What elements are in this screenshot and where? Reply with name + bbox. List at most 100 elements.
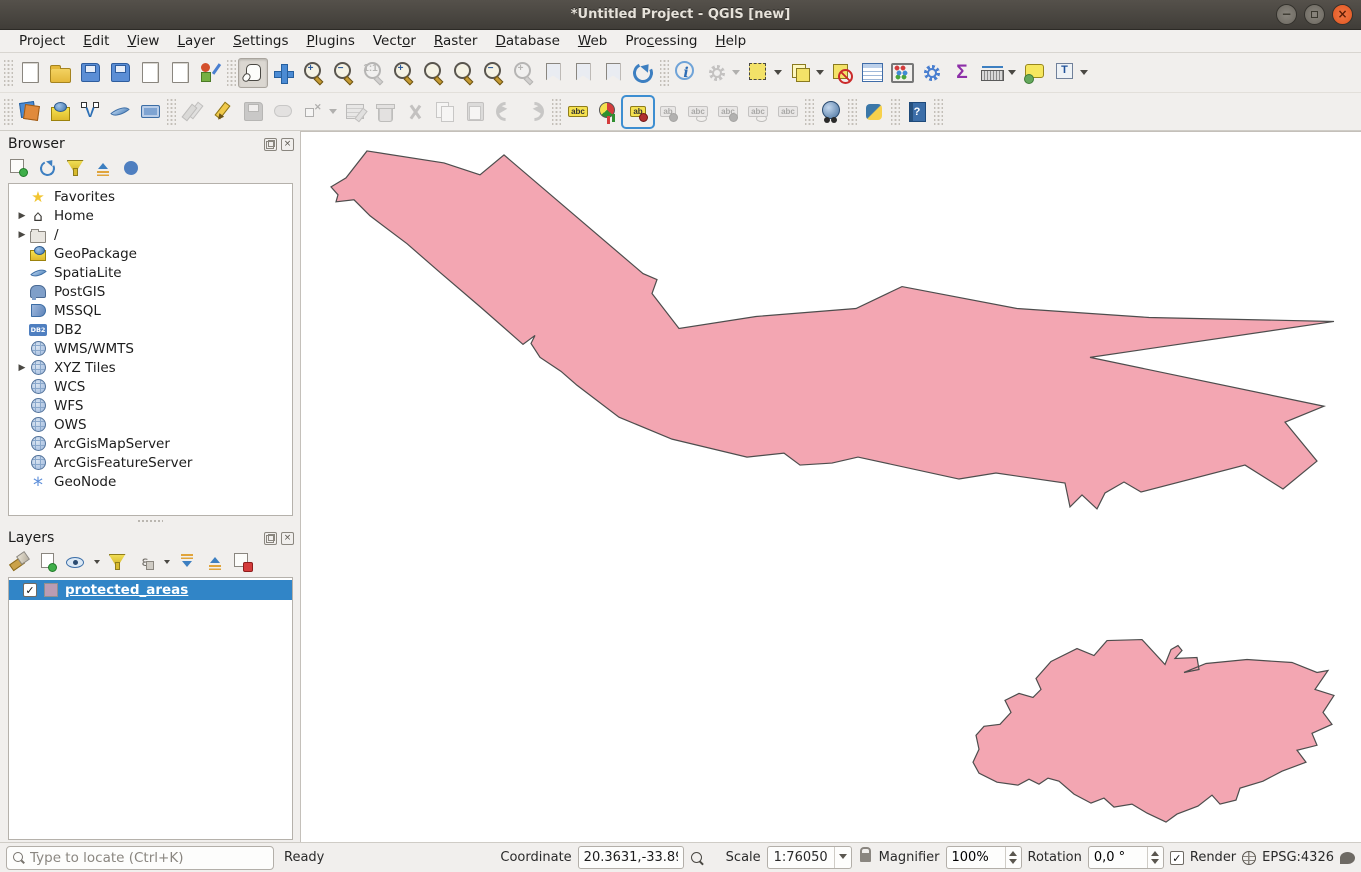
manage-map-themes-dropdown-icon[interactable] [94,560,100,564]
zoom-in-button[interactable]: + [298,58,328,88]
menu-settings[interactable]: Settings [224,31,297,51]
browser-item-spatialite[interactable]: SpatiaLite [9,263,292,282]
rotation-input[interactable] [1089,847,1147,868]
add-group-button[interactable] [36,551,58,573]
show-bookmark-manager-button[interactable] [598,58,628,88]
menu-raster[interactable]: Raster [425,31,487,51]
toggle-extents-icon[interactable] [690,851,704,865]
browser-item-arcgisfeatureserver[interactable]: ArcGisFeatureServer [9,453,292,472]
show-spatial-bookmarks-button[interactable] [568,58,598,88]
lock-scale-icon[interactable] [860,853,871,862]
open-attribute-table-button[interactable] [857,58,887,88]
expand-all-layers-button[interactable] [176,551,198,573]
select-features-button[interactable] [743,58,785,88]
magnifier-spin-buttons[interactable] [1005,847,1021,868]
browser-item-wfs[interactable]: WFS [9,396,292,415]
save-project-as-button[interactable] [105,58,135,88]
open-layer-styling-panel-button[interactable] [8,551,30,573]
open-data-source-manager-button[interactable] [15,97,45,127]
python-console-button[interactable] [859,97,889,127]
magnifier-spinbox[interactable] [946,846,1022,869]
refresh-browser-button[interactable] [36,157,58,179]
measure-line-button[interactable] [977,58,1019,88]
new-spatialite-layer-button[interactable] [105,97,135,127]
filter-legend-button[interactable] [106,551,128,573]
collapse-all-layers-button[interactable] [204,551,226,573]
browser-item-geonode[interactable]: *GeoNode [9,472,292,491]
new-virtual-layer-button[interactable] [135,97,165,127]
browser-item-home[interactable]: ▶⌂Home [9,206,292,225]
pan-map-button[interactable] [238,58,268,88]
close-button[interactable]: × [1332,4,1353,25]
menu-processing[interactable]: Processing [616,31,706,51]
new-geopackage-layer-button[interactable] [45,97,75,127]
metasearch-button[interactable] [816,97,846,127]
menu-vector[interactable]: Vector [364,31,425,51]
map-tips-button[interactable] [1019,58,1049,88]
browser-item-favorites[interactable]: ★Favorites [9,187,292,206]
run-feature-action-dropdown-icon[interactable] [732,70,740,75]
browser-item-postgis[interactable]: PostGIS [9,282,292,301]
expand-arrow-icon[interactable]: ▶ [15,363,29,373]
expand-arrow-icon[interactable]: ▶ [15,230,29,240]
show-layout-manager-button[interactable] [165,58,195,88]
new-shapefile-layer-button[interactable]: V [75,97,105,127]
menu-view[interactable]: View [118,31,168,51]
browser-item-mssql[interactable]: MSSQL [9,301,292,320]
save-project-button[interactable] [75,58,105,88]
menu-help[interactable]: Help [706,31,755,51]
rotation-spinbox[interactable] [1088,846,1164,869]
show-statistical-summary-button[interactable]: Σ [947,58,977,88]
browser-close-button[interactable]: × [281,138,294,151]
browser-item-wms-wmts[interactable]: WMS/WMTS [9,339,292,358]
menu-database[interactable]: Database [486,31,568,51]
layers-close-button[interactable]: × [281,532,294,545]
browser-item-db2[interactable]: DB2DB2 [9,320,292,339]
layer-visibility-checkbox[interactable]: ✓ [23,583,37,597]
processing-toolbox-button[interactable] [917,58,947,88]
toggle-editing-button[interactable] [208,97,238,127]
new-project-button[interactable] [15,58,45,88]
manage-map-themes-button[interactable] [64,551,86,573]
menu-plugins[interactable]: Plugins [297,31,363,51]
panel-splitter[interactable] [0,516,300,525]
open-field-calculator-button[interactable] [887,58,917,88]
layer-labeling-options-button[interactable]: abc [563,97,593,127]
deselect-features-button[interactable] [827,58,857,88]
scale-combobox[interactable]: 1:76050 [767,846,852,869]
browser-item-xyz-tiles[interactable]: ▶XYZ Tiles [9,358,292,377]
layer-labeling-button[interactable]: ab [623,97,653,127]
select-features-dropdown-icon[interactable] [774,70,782,75]
pan-map-to-selection-button[interactable] [268,58,298,88]
expand-arrow-icon[interactable]: ▶ [15,211,29,221]
select-features-by-value-button[interactable] [785,58,827,88]
browser-item-geopackage[interactable]: GeoPackage [9,244,292,263]
enable-disable-properties-widget-button[interactable]: i [120,157,142,179]
open-project-button[interactable] [45,58,75,88]
locator-input[interactable] [30,850,267,866]
protected-area-polygon-2[interactable] [973,640,1334,822]
identify-features-button[interactable]: i [671,58,701,88]
browser-float-button[interactable] [264,138,277,151]
menu-edit[interactable]: Edit [74,31,118,51]
layers-float-button[interactable] [264,532,277,545]
zoom-full-button[interactable]: + [388,58,418,88]
zoom-to-selection-button[interactable] [418,58,448,88]
zoom-to-layer-button[interactable] [448,58,478,88]
measure-line-dropdown-icon[interactable] [1008,70,1016,75]
new-print-layout-button[interactable] [135,58,165,88]
filter-legend-by-expression-dropdown-icon[interactable] [164,560,170,564]
map-canvas[interactable] [301,131,1361,842]
crs-globe-icon[interactable] [1242,851,1256,865]
text-annotation-button[interactable]: T [1049,58,1091,88]
browser-item-wcs[interactable]: WCS [9,377,292,396]
remove-layer-group-button[interactable] [232,551,254,573]
menu-web[interactable]: Web [569,31,616,51]
rotation-spin-buttons[interactable] [1147,847,1163,868]
browser-item--[interactable]: ▶/ [9,225,292,244]
collapse-all-button[interactable] [92,157,114,179]
maximize-button[interactable] [1304,4,1325,25]
menu-layer[interactable]: Layer [168,31,224,51]
coordinate-input[interactable] [578,846,684,869]
menu-project[interactable]: Project [10,31,74,51]
